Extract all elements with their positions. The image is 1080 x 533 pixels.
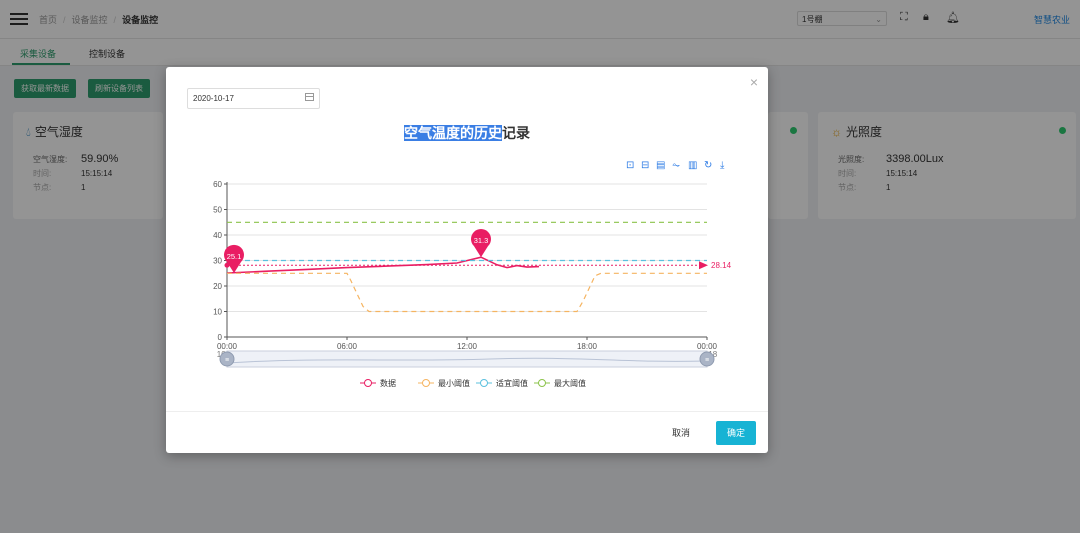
legend-label: 适宜阈值 [496,378,528,388]
slider-handle-grip[interactable]: ≡ [225,357,229,364]
date-value: 2020-10-17 [193,94,234,103]
average-mark-label: 28.14 [711,261,732,270]
series-line-2 [227,272,707,313]
legend-marker [480,379,488,387]
history-modal: × 2020-10-17 空气温度的历史记录 ⊡ ⊟ ▤ ⏦ ▥ ↻ ⤓ 0 10… [166,67,768,453]
legend-label: 数据 [380,378,396,388]
y-tick-label: 60 [213,180,222,189]
temperature-history-chart: 010203040506000:0010-1706:0010-1712:0010… [213,180,732,388]
y-tick-label: 10 [213,308,222,317]
y-tick-label: 40 [213,231,222,240]
bar-type-icon[interactable]: ▥ [688,160,697,172]
y-tick-label: 0 [218,333,223,342]
footer-divider [166,411,768,412]
y-tick-label: 30 [213,257,222,266]
zoom-slider-track [226,350,708,368]
legend-marker [422,379,430,387]
legend-marker [364,379,372,387]
date-picker[interactable]: 2020-10-17 [187,88,320,109]
close-icon[interactable]: × [750,74,758,90]
y-tick-label: 50 [213,206,222,215]
average-mark-arrow [699,261,708,270]
pin-label: 25.1 [227,252,242,261]
slider-handle-grip[interactable]: ≡ [705,357,709,364]
confirm-button[interactable]: 确定 [716,421,756,445]
y-tick-label: 20 [213,282,222,291]
data-view-icon[interactable]: ▤ [656,160,665,172]
restore-icon[interactable]: ↻ [704,160,712,172]
chart-title-selected: 空气温度的历史 [404,125,502,141]
legend-marker [538,379,546,387]
calendar-icon[interactable] [305,93,314,101]
chart-title: 空气温度的历史记录 [166,123,768,143]
legend-label: 最大阈值 [554,378,586,388]
zoom-icon[interactable]: ⊡ [626,160,634,172]
legend-label: 最小阈值 [438,378,470,388]
pin-label: 31.3 [474,236,489,245]
chart-title-rest: 记录 [502,125,530,141]
save-image-icon[interactable]: ⤓ [720,160,724,172]
cancel-button[interactable]: 取消 [672,426,690,439]
zoom-reset-icon[interactable]: ⊟ [641,160,649,172]
line-type-icon[interactable]: ⏦ [672,160,680,172]
